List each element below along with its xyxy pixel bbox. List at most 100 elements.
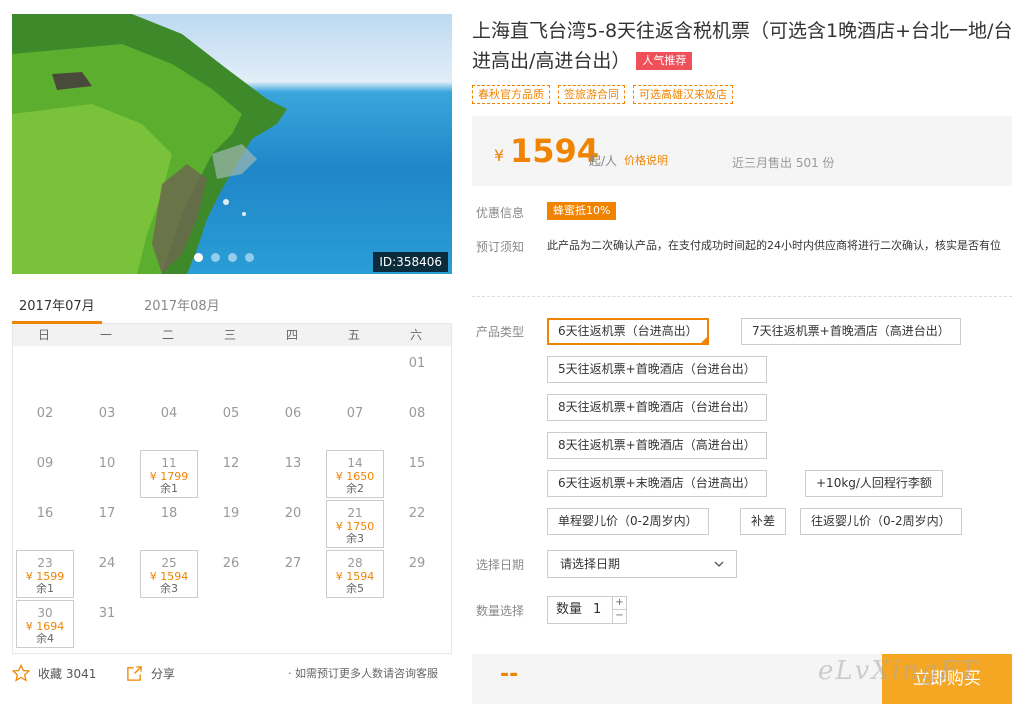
calendar-day: 27 [264, 550, 322, 598]
day-number: 16 [36, 506, 54, 521]
calendar-day-available[interactable]: 30 ¥ 1694 余4 [16, 600, 74, 648]
calendar-day-available[interactable]: 21 ¥ 1750 余3 [326, 500, 384, 548]
product-id-badge: ID:358406 [373, 252, 448, 272]
product-option[interactable]: 8天往返机票+首晚酒店（高进台出） [547, 432, 767, 459]
calendar-day: 16 [16, 500, 74, 548]
day-remaining: 余4 [36, 632, 54, 645]
product-title: 上海直飞台湾5-8天往返含税机票（可选含1晚酒店+台北一地/台进高出/高进台出）… [472, 16, 1017, 76]
product-option[interactable]: +10kg/人回程行李额 [805, 470, 943, 497]
carousel-dot[interactable] [228, 253, 237, 262]
increment-button[interactable]: + [612, 597, 626, 610]
weekday-label: 一 [99, 328, 112, 342]
feature-tag: 签旅游合同 [558, 85, 625, 104]
calendar-day-available[interactable]: 11 ¥ 1799 余1 [140, 450, 198, 498]
day-remaining: 余5 [346, 582, 364, 595]
day-number: 23 [37, 556, 53, 570]
calendar-day: 15 [388, 450, 446, 498]
calendar-day: 19 [202, 500, 260, 548]
day-number: 07 [346, 406, 364, 421]
day-number: 17 [98, 506, 116, 521]
product-option[interactable]: 6天往返机票+末晚酒店（台进高出） [547, 470, 767, 497]
calendar-day: 01 [388, 350, 446, 398]
calendar-day-available[interactable]: 25 ¥ 1594 余3 [140, 550, 198, 598]
feature-tags: 春秋官方品质 签旅游合同 可选高雄汉来饭店 [472, 85, 733, 104]
day-remaining: 余3 [160, 582, 178, 595]
product-option[interactable]: 7天往返机票+首晚酒店（高进台出） [741, 318, 961, 345]
share-button[interactable]: 分享 [126, 662, 175, 684]
day-number: 27 [284, 556, 302, 571]
calendar-day-available[interactable]: 28 ¥ 1594 余5 [326, 550, 384, 598]
day-number: 10 [98, 456, 116, 471]
day-number: 04 [160, 406, 178, 421]
day-number: 19 [222, 506, 240, 521]
day-number: 18 [160, 506, 178, 521]
calendar-day: 20 [264, 500, 322, 548]
product-option[interactable]: 6天往返机票（台进高出） [547, 318, 709, 345]
weekday-label: 三 [223, 328, 236, 342]
day-number: 26 [222, 556, 240, 571]
day-number: 29 [408, 556, 426, 571]
share-label: 分享 [151, 666, 176, 681]
day-number: 08 [408, 406, 426, 421]
decrement-button[interactable]: − [612, 610, 626, 623]
departure-calendar: 日 一 二 三 四 五 六 01 02 03 04 05 06 07 08 09 10 11 ¥ 17… [12, 324, 452, 654]
product-option[interactable]: 补差 [740, 508, 787, 535]
price-box: ¥ 1594 起/人 价格说明 近三月售出 501 份 [472, 116, 1012, 186]
calendar-day: 24 [78, 550, 136, 598]
day-number: 13 [284, 456, 302, 471]
day-number: 30 [37, 606, 53, 620]
share-icon [127, 665, 142, 681]
date-select[interactable]: 请选择日期 [547, 550, 737, 578]
day-number: 21 [347, 506, 363, 520]
watermark: eLvXingFT [818, 656, 979, 686]
day-number: 11 [161, 456, 177, 470]
chevron-down-icon [714, 561, 724, 567]
carousel-dot[interactable] [211, 253, 220, 262]
divider [472, 296, 1012, 297]
price-explain-link[interactable]: 价格说明 [624, 152, 668, 168]
calendar-day: 31 [78, 600, 136, 648]
product-option[interactable]: 往返婴儿价（0-2周岁内） [800, 508, 962, 535]
quantity-value[interactable]: 1 [593, 597, 601, 623]
calendar-day: 12 [202, 450, 260, 498]
day-number: 20 [284, 506, 302, 521]
day-number: 12 [222, 456, 240, 471]
calendar-day: 29 [388, 550, 446, 598]
product-option[interactable]: 单程婴儿价（0-2周岁内） [547, 508, 709, 535]
calendar-day: 04 [140, 400, 198, 448]
weekday-header: 日 一 二 三 四 五 六 [13, 324, 451, 346]
product-title-text: 上海直飞台湾5-8天往返含税机票（可选含1晚酒店+台北一地/台进高出/高进台出） [472, 20, 1013, 72]
product-option[interactable]: 5天往返机票+首晚酒店（台进台出） [547, 356, 767, 383]
hero-image[interactable]: ID:358406 [12, 14, 452, 274]
feature-tag: 可选高雄汉来饭店 [633, 85, 733, 104]
day-number: 15 [408, 456, 426, 471]
day-number: 28 [347, 556, 363, 570]
tab-month-july[interactable]: 2017年07月 [19, 295, 95, 314]
calendar-day: 08 [388, 400, 446, 448]
day-number: 01 [408, 356, 426, 371]
day-number: 09 [36, 456, 54, 471]
product-type-label: 产品类型 [476, 325, 525, 339]
tab-month-august[interactable]: 2017年08月 [144, 295, 220, 314]
calendar-day: 05 [202, 400, 260, 448]
day-number: 31 [98, 606, 116, 621]
star-icon [12, 664, 30, 682]
consult-note: · 如需预订更多人数请咨询客服 [288, 667, 438, 680]
product-option[interactable]: 8天往返机票+首晚酒店（台进台出） [547, 394, 767, 421]
calendar-day-available[interactable]: 14 ¥ 1650 余2 [326, 450, 384, 498]
favorite-button[interactable]: 收藏 3041 [12, 662, 96, 684]
carousel-dot[interactable] [194, 253, 203, 262]
day-number: 22 [408, 506, 426, 521]
day-remaining: 余1 [36, 582, 54, 595]
weekday-label: 五 [347, 328, 360, 342]
calendar-day: 17 [78, 500, 136, 548]
hot-badge: 人气推荐 [636, 52, 693, 70]
carousel-dot[interactable] [245, 253, 254, 262]
sold-count: 近三月售出 501 份 [732, 156, 835, 170]
weekday-label: 四 [285, 328, 298, 342]
favorite-count: 收藏 3041 [38, 666, 97, 681]
calendar-day-available[interactable]: 23 ¥ 1599 余1 [16, 550, 74, 598]
day-remaining: 余2 [346, 482, 364, 495]
date-select-label: 选择日期 [476, 558, 525, 572]
calendar-day: 18 [140, 500, 198, 548]
